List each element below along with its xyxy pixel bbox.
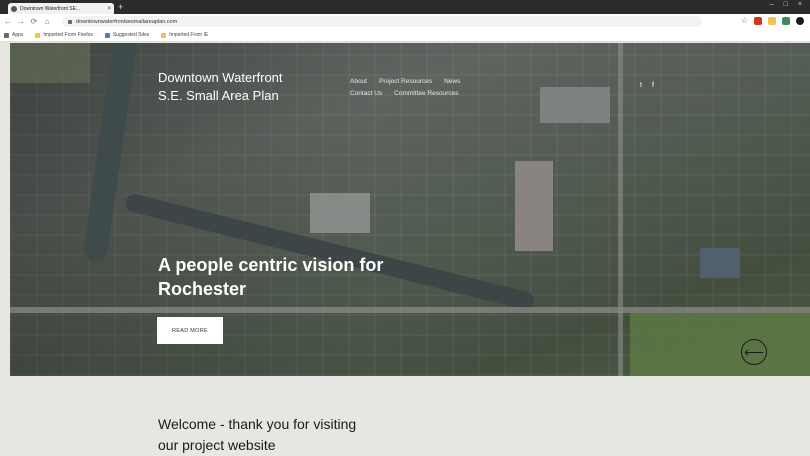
address-bar-row: ← → ⟳ ⌂ downtownwaterfrontsesmallareapla… (0, 14, 810, 29)
minimize-button[interactable]: – (770, 1, 774, 8)
extension-icon[interactable] (782, 17, 790, 25)
building-block (310, 193, 370, 233)
building-block (700, 248, 740, 278)
browser-tab-strip: Downtown Waterfront SE... × + – □ × (0, 0, 810, 14)
read-more-button[interactable]: READ MORE (157, 317, 223, 344)
nav-item-project-resources[interactable]: Project Resources (379, 76, 432, 88)
site-logo-title[interactable]: Downtown Waterfront S.E. Small Area Plan (158, 69, 283, 105)
window-controls: – □ × (770, 1, 802, 8)
back-button[interactable]: ← (3, 17, 13, 26)
extension-icon[interactable] (768, 17, 776, 25)
extension-icon[interactable] (754, 17, 762, 25)
bookmark-label: Imported From Firefox (43, 32, 93, 38)
lock-icon (68, 19, 72, 24)
parking-lot (540, 87, 610, 123)
home-button[interactable]: ⌂ (42, 17, 52, 26)
tab-title: Downtown Waterfront SE... (20, 5, 81, 12)
hero-headline: A people centric vision for Rochester (158, 253, 383, 301)
welcome-line-1: Welcome - thank you for visiting (158, 416, 357, 432)
brand-line-2: S.E. Small Area Plan (158, 88, 279, 103)
green-park (630, 313, 810, 376)
road-shape (618, 43, 623, 376)
nav-item-news[interactable]: News (444, 76, 460, 88)
bookmark-star-icon[interactable]: ☆ (741, 17, 748, 25)
bookmark-label: Imported From IE (169, 32, 209, 38)
bookmark-imported-firefox[interactable]: Imported From Firefox (35, 32, 93, 38)
forward-button[interactable]: → (16, 17, 26, 26)
main-nav: About Project Resources News Contact Us … (350, 76, 460, 100)
url-text: downtownwaterfrontsesmallareaplan.com (76, 18, 178, 25)
folder-icon (35, 32, 41, 38)
slider-prev-arrow-icon[interactable]: ⟵ (741, 339, 767, 365)
maximize-button[interactable]: □ (784, 1, 788, 8)
bookmarks-bar: Apps Imported From Firefox Suggested Sit… (0, 29, 810, 42)
bookmark-imported-ie[interactable]: Imported From IE (161, 32, 208, 38)
tab-close-icon[interactable]: × (107, 6, 111, 12)
close-window-button[interactable]: × (798, 1, 802, 8)
new-tab-button[interactable]: + (118, 2, 123, 12)
headline-line-2: Rochester (158, 279, 247, 299)
extension-toolbar: ☆ (741, 17, 804, 25)
bookmark-label: Apps (12, 32, 24, 38)
ie-icon (104, 32, 110, 38)
social-links: t f (640, 82, 654, 89)
nav-row: About Project Resources News (350, 76, 460, 88)
building-block (515, 161, 553, 251)
nav-item-committee-resources[interactable]: Committee Resources (394, 88, 458, 100)
hero-aerial-image: Downtown Waterfront S.E. Small Area Plan… (10, 43, 810, 376)
bookmark-label: Suggested Sites (112, 32, 150, 38)
nav-item-contact-us[interactable]: Contact Us (350, 88, 382, 100)
url-input[interactable]: downtownwaterfrontsesmallareaplan.com (62, 16, 702, 27)
site-favicon-icon (11, 5, 17, 12)
headline-line-1: A people centric vision for (158, 255, 384, 275)
river-shape (82, 43, 138, 264)
welcome-heading: Welcome - thank you for visiting our pro… (158, 414, 356, 456)
facebook-icon[interactable]: f (652, 82, 654, 89)
twitter-icon[interactable]: t (640, 82, 642, 89)
browser-tab[interactable]: Downtown Waterfront SE... × (8, 3, 114, 14)
nav-row: Contact Us Committee Resources (350, 88, 460, 100)
brand-line-1: Downtown Waterfront (158, 70, 283, 85)
profile-avatar[interactable] (796, 17, 804, 25)
bookmark-apps[interactable]: Apps (4, 32, 23, 38)
folder-icon (161, 32, 167, 38)
reload-button[interactable]: ⟳ (29, 17, 39, 26)
road-shape (10, 307, 810, 313)
nav-item-about[interactable]: About (350, 76, 367, 88)
apps-grid-icon (4, 32, 9, 38)
green-park (10, 43, 90, 83)
bookmark-suggested-sites[interactable]: Suggested Sites (104, 32, 150, 38)
welcome-line-2: our project website (158, 437, 276, 453)
